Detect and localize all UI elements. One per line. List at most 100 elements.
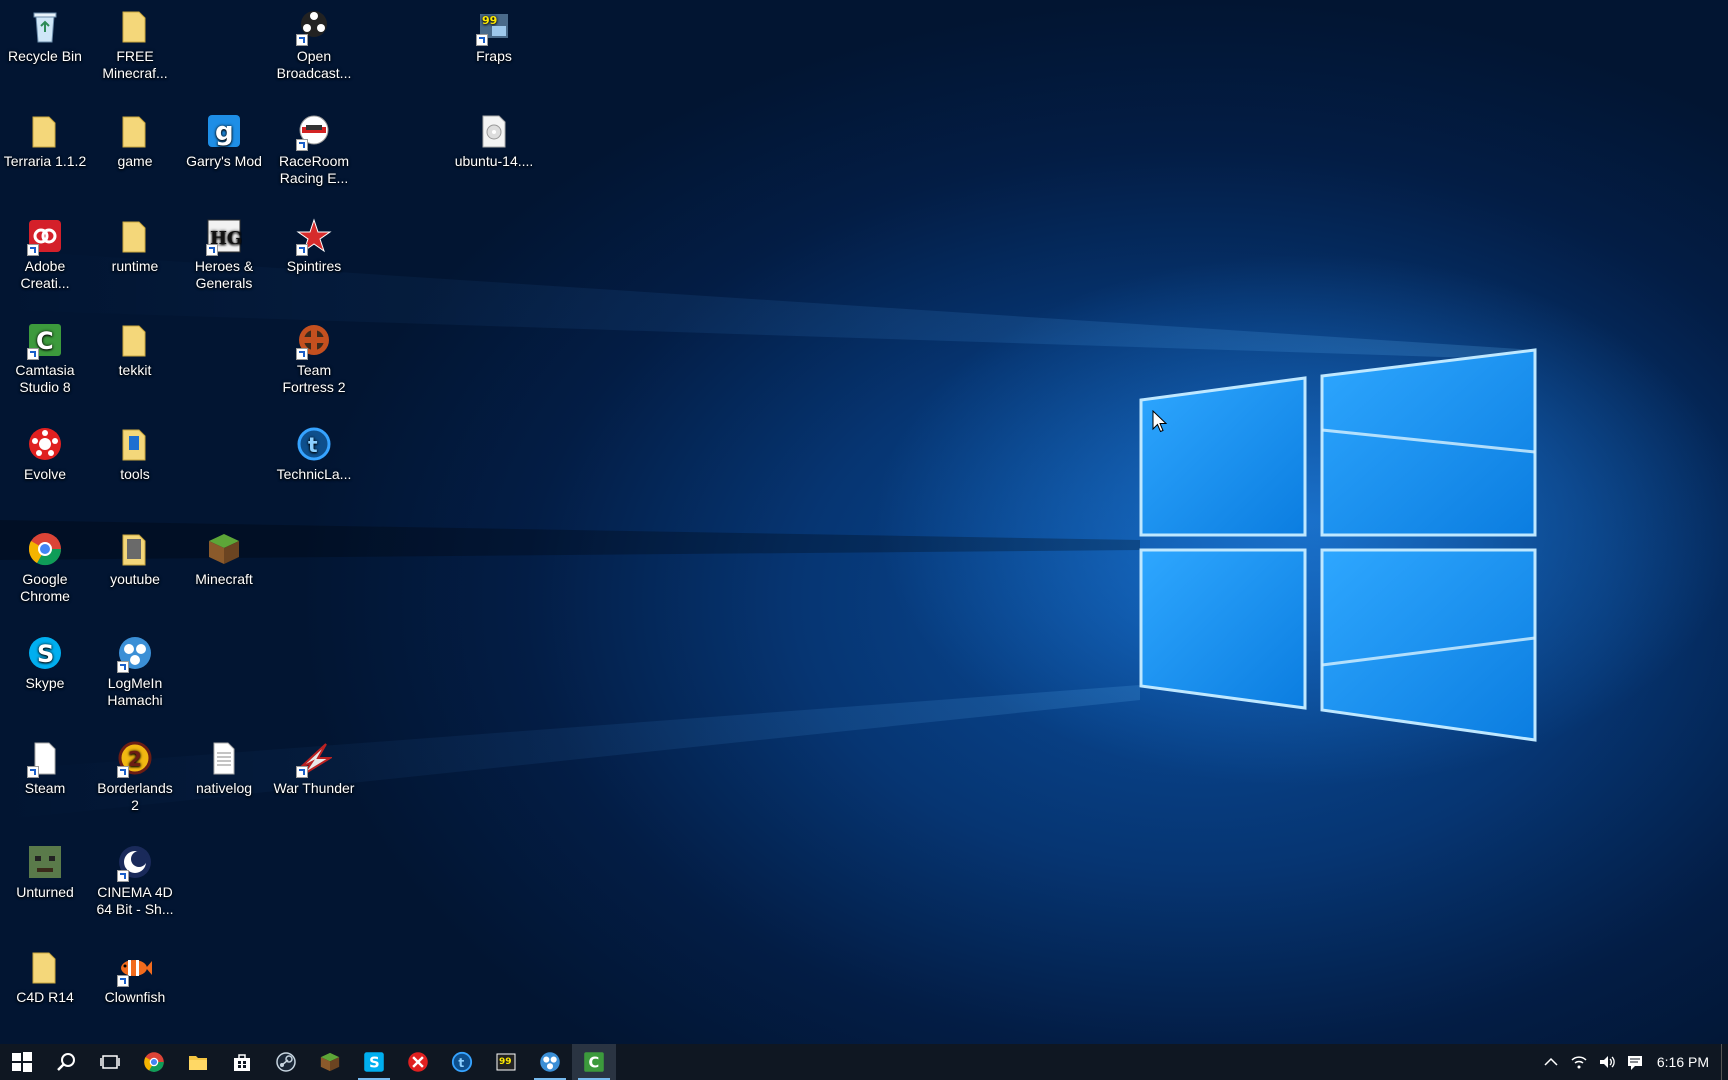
- desktop-icon-label: Open Broadcast...: [276, 48, 352, 81]
- desktop-icon-team-fortress-2[interactable]: Team Fortress 2: [271, 322, 357, 396]
- camtasia-icon: C: [584, 1052, 604, 1072]
- war-thunder-icon: [296, 740, 332, 778]
- desktop-icon-cinema-4d[interactable]: CINEMA 4D 64 Bit - Sh...: [92, 844, 178, 918]
- desktop-icon-label: Terraria 1.1.2: [3, 153, 87, 169]
- task-view-button[interactable]: [88, 1044, 132, 1080]
- desktop-icon-fraps[interactable]: 99 Fraps: [451, 8, 537, 65]
- desktop-icon-nativelog[interactable]: nativelog: [181, 740, 267, 797]
- desktop-icon-adobe-creative-cloud[interactable]: Adobe Creati...: [2, 218, 88, 292]
- svg-text:t: t: [458, 1056, 464, 1070]
- taskbar-fraps[interactable]: 99: [484, 1044, 528, 1080]
- desktop-icon-label: Minecraft: [195, 571, 253, 587]
- desktop-icon-open-broadcaster[interactable]: Open Broadcast...: [271, 8, 357, 82]
- desktop-icon-label: War Thunder: [273, 780, 355, 796]
- desktop-icon-label: Evolve: [23, 466, 67, 482]
- technic-launcher-icon: t: [451, 1051, 473, 1073]
- desktop-icon-label: TechnicLa...: [276, 466, 352, 482]
- desktop-icon-spintires[interactable]: Spintires: [271, 218, 357, 275]
- desktop-icon-label: RaceRoom Racing E...: [278, 153, 350, 186]
- desktop-icon-recycle-bin[interactable]: Recycle Bin: [2, 8, 88, 65]
- fraps-icon: 99: [476, 8, 512, 46]
- desktop-icon-label: C4D R14: [16, 989, 74, 1005]
- taskbar-evolve[interactable]: [396, 1044, 440, 1080]
- desktop-icon-label: Steam: [24, 780, 66, 796]
- taskbar-store[interactable]: [220, 1044, 264, 1080]
- folder-icon: [27, 949, 63, 985]
- unturned-icon: [27, 844, 63, 880]
- evolve-icon: [27, 426, 63, 462]
- chevron-up-icon: [1544, 1057, 1558, 1066]
- desktop-icon-runtime[interactable]: runtime: [92, 218, 178, 275]
- desktop-icon-label: Google Chrome: [20, 571, 70, 604]
- desktop-icon-war-thunder[interactable]: War Thunder: [271, 740, 357, 797]
- search-button[interactable]: [44, 1044, 88, 1080]
- speaker-icon: [1599, 1056, 1615, 1068]
- taskbar-camtasia[interactable]: C: [572, 1044, 616, 1080]
- desktop-icon-technic-launcher[interactable]: t TechnicLa...: [271, 426, 357, 483]
- notification-icon: [1627, 1056, 1642, 1070]
- svg-text:t: t: [308, 433, 318, 457]
- clock[interactable]: 6:16 PM: [1649, 1054, 1721, 1070]
- desktop-icon-youtube[interactable]: youtube: [92, 531, 178, 588]
- desktop-icon-label: tools: [120, 466, 150, 482]
- spintires-icon: [296, 218, 332, 256]
- taskbar-file-explorer[interactable]: [176, 1044, 220, 1080]
- taskbar-steam[interactable]: [264, 1044, 308, 1080]
- taskbar-chrome[interactable]: [132, 1044, 176, 1080]
- chrome-icon: [144, 1052, 164, 1072]
- desktop-icon-label: Spintires: [286, 258, 342, 274]
- folder-icon: [117, 113, 153, 149]
- show-desktop-button[interactable]: [1721, 1044, 1728, 1080]
- desktop-icon-label: LogMeIn Hamachi: [107, 675, 163, 708]
- heroes-generals-icon: HG: [206, 218, 242, 256]
- desktop-icon-label: Unturned: [16, 884, 74, 900]
- desktop-icon-heroes-generals[interactable]: HG Heroes & Generals: [181, 218, 267, 292]
- desktop-icon-label: Fraps: [476, 48, 512, 64]
- minecraft-icon: [320, 1052, 340, 1072]
- desktop-icon-label: youtube: [110, 571, 160, 587]
- taskbar-skype[interactable]: S: [352, 1044, 396, 1080]
- store-icon: [234, 1054, 250, 1071]
- skype-icon: S: [364, 1052, 384, 1072]
- desktop-icon-evolve[interactable]: Evolve: [2, 426, 88, 483]
- taskbar-technic-launcher[interactable]: t: [440, 1044, 484, 1080]
- action-center-button[interactable]: [1621, 1044, 1649, 1080]
- start-button[interactable]: [0, 1044, 44, 1080]
- desktop-icon-label: Adobe Creati...: [20, 258, 70, 291]
- desktop-icon-tekkit[interactable]: tekkit: [92, 322, 178, 379]
- technic-launcher-icon: t: [296, 426, 332, 462]
- desktop-icon-ubuntu-iso[interactable]: ubuntu-14....: [451, 113, 537, 170]
- desktop-icon-terraria[interactable]: Terraria 1.1.2: [2, 113, 88, 170]
- desktop-icon-label: Heroes & Generals: [194, 258, 254, 291]
- steam-icon: [276, 1052, 296, 1072]
- task-view-icon: [100, 1055, 120, 1069]
- volume-button[interactable]: [1593, 1044, 1621, 1080]
- windows-start-icon: [12, 1052, 32, 1072]
- svg-text:99: 99: [482, 14, 497, 27]
- desktop-icon-unturned[interactable]: Unturned: [2, 844, 88, 901]
- network-button[interactable]: [1565, 1044, 1593, 1080]
- desktop-icon-free-minecraft[interactable]: FREE Minecraf...: [92, 8, 178, 82]
- desktop-icon-skype[interactable]: S Skype: [2, 635, 88, 692]
- chrome-icon: [27, 531, 63, 567]
- desktop-icon-minecraft[interactable]: Minecraft: [181, 531, 267, 588]
- desktop-icon-logmein-hamachi[interactable]: LogMeIn Hamachi: [92, 635, 178, 709]
- desktop-icon-raceroom[interactable]: RaceRoom Racing E...: [271, 113, 357, 187]
- desktop-icon-label: ubuntu-14....: [454, 153, 534, 169]
- desktop-icon-garrys-mod[interactable]: g Garry's Mod: [181, 113, 267, 170]
- desktop-icon-game[interactable]: game: [92, 113, 178, 170]
- recycle-bin-icon: [27, 8, 63, 44]
- taskbar-minecraft[interactable]: [308, 1044, 352, 1080]
- desktop-icon-clownfish[interactable]: Clownfish: [92, 949, 178, 1006]
- desktop-icon-google-chrome[interactable]: Google Chrome: [2, 531, 88, 605]
- desktop-icon-tools[interactable]: tools: [92, 426, 178, 483]
- desktop-icon-camtasia[interactable]: C Camtasia Studio 8: [2, 322, 88, 396]
- desktop-icon-label: Recycle Bin: [8, 48, 82, 64]
- desktop-icon-label: Skype: [25, 675, 65, 691]
- taskbar-hamachi[interactable]: [528, 1044, 572, 1080]
- hamachi-icon: [540, 1052, 560, 1072]
- desktop-icon-c4d-r14[interactable]: C4D R14: [2, 949, 88, 1006]
- show-hidden-icons-button[interactable]: [1537, 1044, 1565, 1080]
- desktop-icon-borderlands-2[interactable]: 2 Borderlands 2: [92, 740, 178, 814]
- desktop-icon-steam[interactable]: Steam: [2, 740, 88, 797]
